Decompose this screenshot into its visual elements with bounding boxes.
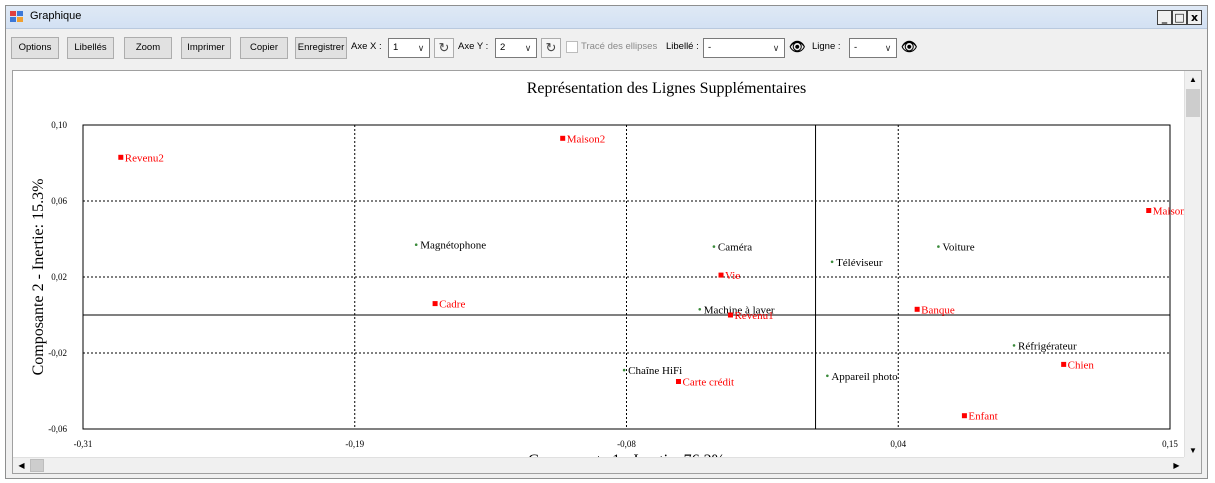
toolbar: Options Libellés Zoom Imprimer Copier En…: [6, 30, 1207, 66]
minimize-button[interactable]: _: [1157, 10, 1172, 25]
point-marker: [1012, 344, 1016, 347]
x-tick-label: 0,04: [890, 439, 906, 449]
copier-button[interactable]: Copier: [240, 37, 288, 59]
x-tick-label: -0,08: [617, 439, 636, 449]
close-button[interactable]: x: [1187, 10, 1202, 25]
scatter-chart: Représentation des Lignes Supplémentaire…: [30, 80, 1191, 469]
chart-title: Représentation des Lignes Supplémentaire…: [527, 80, 806, 97]
chevron-down-icon: ∨: [524, 43, 532, 53]
x-tick-label: -0,31: [74, 439, 93, 449]
point-marker: [830, 260, 834, 264]
scroll-up-icon[interactable]: ▲: [1185, 71, 1201, 88]
ligne-label: Ligne :: [812, 41, 841, 52]
chevron-down-icon: ∨: [772, 43, 780, 53]
axe-x-value: 1: [393, 42, 399, 53]
libelle-value: -: [708, 42, 712, 53]
point-marker: [727, 312, 733, 318]
y-tick-label: 0,06: [51, 196, 67, 206]
chart-area: Représentation des Lignes Supplémentaire…: [12, 70, 1202, 474]
ligne-select[interactable]: - ∨: [849, 38, 897, 58]
horizontal-scrollbar[interactable]: ◀ ▶: [13, 457, 1185, 473]
scroll-left-icon[interactable]: ◀: [13, 458, 30, 473]
point-label: Chien: [1068, 359, 1095, 371]
point-label: Maison1: [1153, 206, 1185, 218]
libelle-select[interactable]: - ∨: [703, 38, 785, 58]
axe-x-label: Axe X :: [351, 41, 382, 52]
point-marker: [937, 245, 940, 248]
point-label: Banque: [921, 304, 955, 316]
point-marker: [718, 272, 724, 278]
app-icon: [10, 11, 24, 23]
point-marker: [1061, 361, 1067, 367]
point-label: Revenu1: [734, 310, 773, 322]
ligne-value: -: [854, 42, 858, 53]
point-label: Maison2: [567, 133, 606, 145]
graphique-window: Graphique _ □ x Options Libellés Zoom Im…: [5, 5, 1208, 479]
point-label: Cadre: [439, 299, 465, 311]
scrollbar-corner: [1184, 457, 1201, 473]
maximize-button[interactable]: □: [1172, 10, 1187, 25]
binoculars-icon[interactable]: 👁: [901, 40, 917, 54]
scroll-thumb[interactable]: [30, 459, 44, 472]
axe-x-select[interactable]: 1 ∨: [388, 38, 430, 58]
point-marker: [414, 243, 418, 246]
point-label: Magnétophone: [420, 240, 486, 252]
title-bar[interactable]: Graphique _ □ x: [6, 6, 1207, 29]
point-label: Voiture: [942, 242, 974, 254]
point-label: Appareil photo: [831, 371, 898, 383]
point-label: Carte crédit: [682, 377, 734, 389]
point-marker: [118, 154, 124, 160]
refresh-x-icon[interactable]: ↻: [434, 38, 454, 58]
chevron-down-icon: ∨: [884, 43, 892, 53]
binoculars-icon[interactable]: 👁: [789, 40, 805, 54]
point-label: Vie: [725, 270, 740, 282]
point-marker: [914, 306, 920, 312]
scroll-thumb[interactable]: [1186, 89, 1200, 117]
scroll-right-icon[interactable]: ▶: [1168, 458, 1185, 473]
y-tick-label: 0,02: [51, 272, 67, 282]
ellipses-label: Tracé des ellipses: [581, 41, 658, 52]
x-tick-label: -0,19: [345, 439, 364, 449]
y-tick-label: -0,02: [48, 348, 67, 358]
point-label: Réfrigérateur: [1018, 340, 1077, 352]
point-marker: [826, 374, 829, 378]
libelles-button[interactable]: Libellés: [67, 37, 114, 59]
point-label: Caméra: [718, 242, 752, 254]
y-tick-label: -0,06: [48, 424, 67, 434]
point-label: Chaîne HiFi: [628, 365, 682, 377]
refresh-y-icon[interactable]: ↻: [541, 38, 561, 58]
point-marker: [675, 379, 681, 384]
window-title: Graphique: [30, 10, 82, 22]
enregistrer-button[interactable]: Enregistrer: [295, 37, 347, 59]
point-marker: [712, 245, 716, 248]
point-label: Enfant: [968, 411, 997, 423]
point-marker: [622, 368, 626, 372]
y-axis-label: Composante 2 - Inertie: 15.3%: [30, 179, 47, 376]
point-label: Revenu2: [125, 152, 164, 164]
axe-y-value: 2: [500, 42, 506, 53]
point-marker: [961, 413, 967, 419]
options-button[interactable]: Options: [11, 37, 59, 59]
chevron-down-icon: ∨: [417, 43, 425, 53]
libelle-label: Libellé :: [666, 41, 699, 52]
imprimer-button[interactable]: Imprimer: [181, 37, 231, 59]
point-marker: [432, 301, 438, 307]
axe-y-label: Axe Y :: [458, 41, 489, 52]
point-label: Téléviseur: [836, 257, 883, 269]
vertical-scrollbar[interactable]: ▲ ▼: [1184, 71, 1201, 459]
point-marker: [560, 135, 566, 141]
ellipses-checkbox[interactable]: [566, 41, 578, 53]
axe-y-select[interactable]: 2 ∨: [495, 38, 537, 58]
point-marker: [1146, 208, 1152, 213]
zoom-button[interactable]: Zoom: [124, 37, 172, 59]
y-tick-label: 0,10: [51, 120, 67, 130]
x-tick-label: 0,15: [1162, 439, 1178, 449]
point-marker: [698, 308, 702, 311]
